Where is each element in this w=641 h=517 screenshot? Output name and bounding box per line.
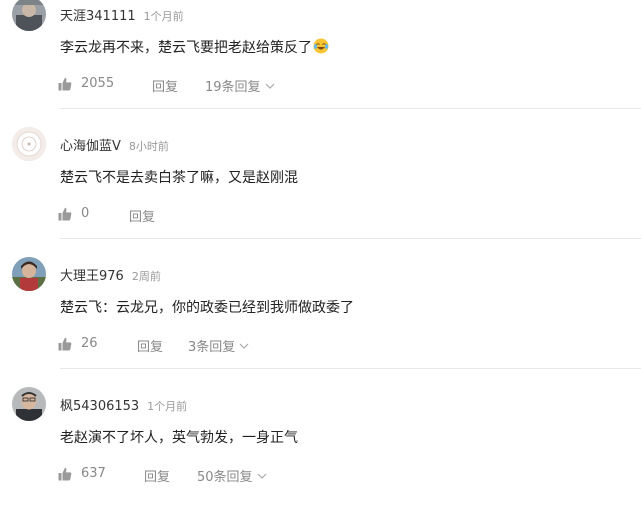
- comment-item: 天涯341111 1个月前 李云龙再不来，楚云飞要把老赵给策反了 2055 回复 …: [0, 0, 641, 127]
- chevron-down-icon: [265, 83, 274, 89]
- comment-author[interactable]: 心海伽蓝V 8小时前: [60, 135, 169, 154]
- comment-author[interactable]: 天涯341111 1个月前: [60, 5, 184, 24]
- comment-time: 1个月前: [147, 400, 188, 413]
- comment-author[interactable]: 枫54306153 1个月前: [60, 395, 187, 414]
- like-button[interactable]: 637: [58, 466, 106, 481]
- reply-button[interactable]: 回复: [144, 466, 170, 485]
- comment-time: 2周前: [131, 270, 161, 283]
- like-count: 637: [81, 466, 106, 481]
- comment-time: 8小时前: [128, 140, 169, 153]
- comment-text: 楚云飞不是去卖白茶了嘛，又是赵刚混: [60, 167, 298, 187]
- thumbs-up-icon: [58, 337, 72, 350]
- reply-count[interactable]: 19条回复: [205, 76, 261, 95]
- reply-button[interactable]: 回复: [152, 76, 178, 95]
- laughing-crying-emoji-icon: [313, 38, 329, 54]
- divider: [60, 368, 641, 369]
- comment-text-content: 李云龙再不来，楚云飞要把老赵给策反了: [60, 40, 312, 56]
- view-replies-button[interactable]: 3条回复: [188, 336, 249, 355]
- view-replies-button[interactable]: 50条回复: [197, 466, 267, 485]
- divider: [60, 108, 641, 109]
- comment-text: 李云龙再不来，楚云飞要把老赵给策反了: [60, 37, 329, 57]
- like-button[interactable]: 2055: [58, 76, 114, 91]
- reply-button[interactable]: 回复: [137, 336, 163, 355]
- divider: [60, 238, 641, 239]
- comment-text-content: 楚云飞：云龙兄，你的政委已经到我师做政委了: [60, 300, 354, 316]
- like-count: 0: [81, 206, 90, 221]
- comment-text-content: 楚云飞不是去卖白茶了嘛，又是赵刚混: [60, 170, 298, 186]
- avatar[interactable]: [12, 387, 46, 421]
- comment-text-content: 老赵演不了坏人，英气勃发，一身正气: [60, 430, 298, 446]
- username[interactable]: 天涯341111: [60, 9, 136, 24]
- avatar[interactable]: [12, 127, 46, 161]
- avatar[interactable]: [12, 257, 46, 291]
- like-button[interactable]: 0: [58, 206, 89, 221]
- comment-time: 1个月前: [143, 10, 184, 23]
- chevron-down-icon: [239, 343, 249, 349]
- reply-count[interactable]: 3条回复: [188, 336, 235, 355]
- avatar[interactable]: [12, 0, 46, 31]
- reply-button[interactable]: 回复: [129, 206, 155, 225]
- thumbs-up-icon: [58, 207, 72, 220]
- like-count: 2055: [81, 76, 115, 91]
- comment-author[interactable]: 大理王976 2周前: [60, 265, 161, 284]
- username[interactable]: 枫54306153: [60, 399, 139, 414]
- comment-item: 枫54306153 1个月前 老赵演不了坏人，英气勃发，一身正气 637 回复 5…: [0, 387, 641, 517]
- username[interactable]: 心海伽蓝V: [60, 139, 121, 154]
- comment-text: 老赵演不了坏人，英气勃发，一身正气: [60, 427, 298, 447]
- comment-item: 大理王976 2周前 楚云飞：云龙兄，你的政委已经到我师做政委了 26 回复 3条…: [0, 257, 641, 387]
- reply-count[interactable]: 50条回复: [197, 466, 253, 485]
- chevron-down-icon: [257, 473, 266, 479]
- like-button[interactable]: 26: [58, 336, 98, 351]
- comment-text: 楚云飞：云龙兄，你的政委已经到我师做政委了: [60, 297, 354, 317]
- like-count: 26: [81, 336, 98, 351]
- thumbs-up-icon: [58, 77, 72, 90]
- thumbs-up-icon: [58, 467, 72, 480]
- view-replies-button[interactable]: 19条回复: [205, 76, 275, 95]
- username[interactable]: 大理王976: [60, 269, 124, 284]
- comment-item: 心海伽蓝V 8小时前 楚云飞不是去卖白茶了嘛，又是赵刚混 0 回复: [0, 127, 641, 257]
